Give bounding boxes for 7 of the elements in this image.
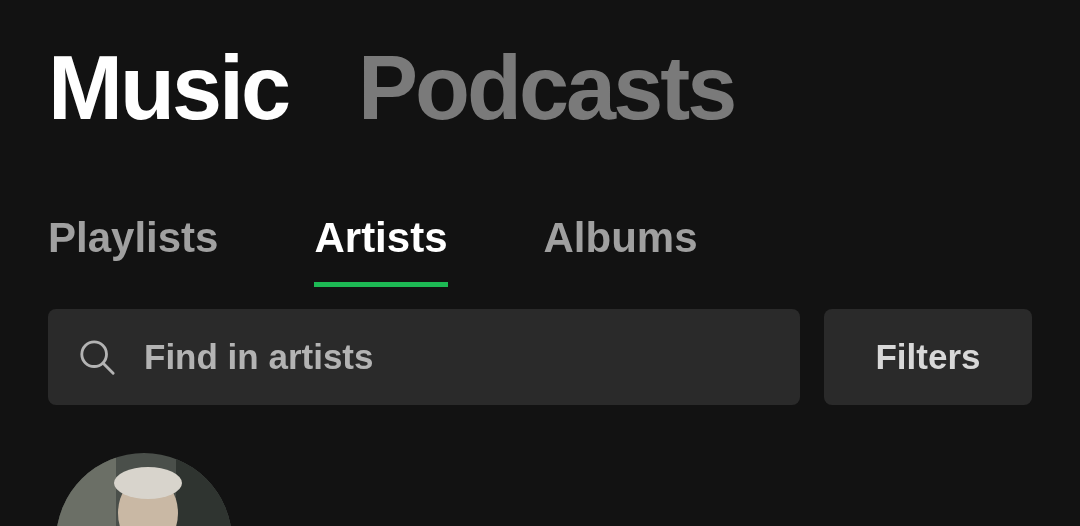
section-tab[interactable]: Music [48,43,289,133]
library-tab[interactable]: Albums [543,214,698,287]
filters-button[interactable]: Filters [824,309,1032,405]
section-tab[interactable]: Podcasts [358,43,735,133]
search-field[interactable]: Find in artists [48,309,800,405]
library-tab[interactable]: Artists [314,214,448,287]
library-tab[interactable]: Playlists [48,214,219,287]
